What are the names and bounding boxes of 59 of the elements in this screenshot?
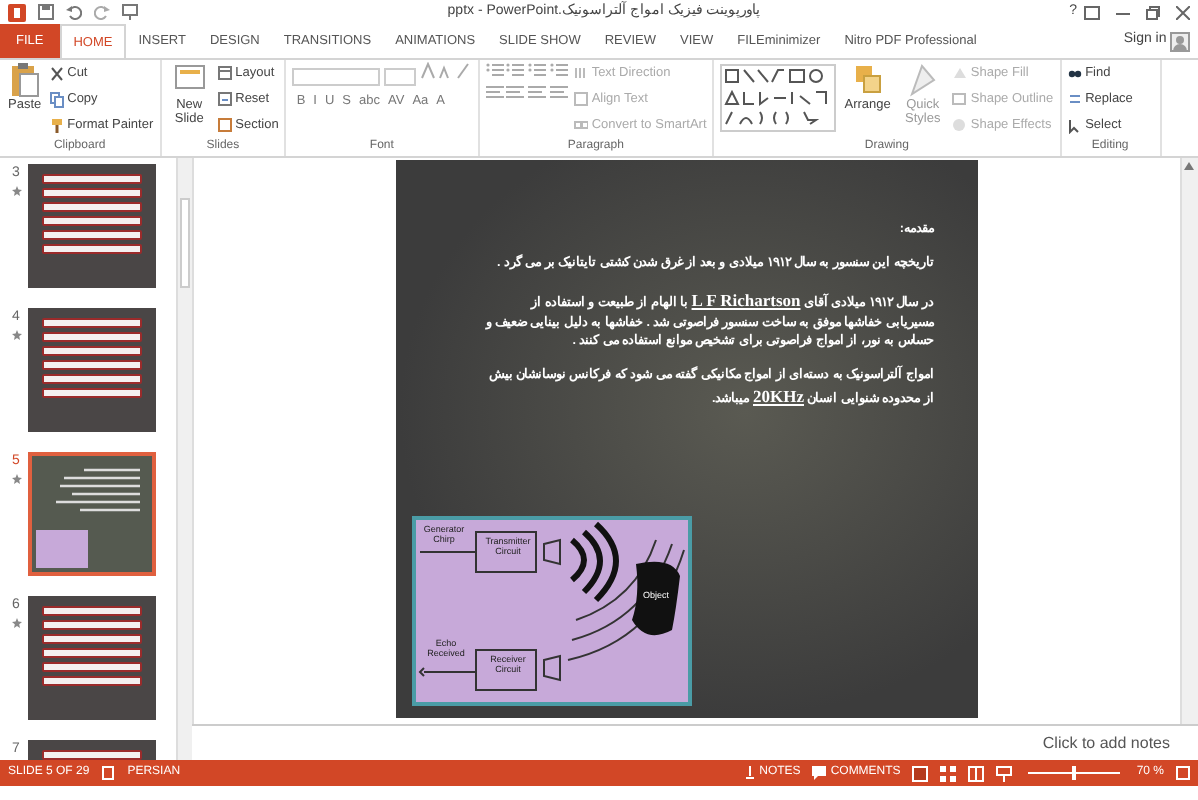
scissors-icon [49,66,64,82]
font-size-field[interactable] [384,68,417,86]
outline-icon [952,92,967,108]
fill-icon [952,66,967,82]
scrollbar-thumb[interactable] [180,198,190,288]
diagram-thumbnail [36,530,88,568]
star-icon [11,329,21,339]
reading-view-icon[interactable] [968,765,985,781]
slideshow-icon[interactable] [122,4,138,20]
slideshow-view-icon[interactable] [996,765,1013,781]
save-icon[interactable] [38,4,54,20]
section-icon [217,118,232,134]
star-icon [11,473,21,483]
normal-view-icon[interactable] [912,765,929,781]
slide-thumbnail[interactable] [28,596,156,720]
copy-icon [49,92,64,108]
slide-thumbnail[interactable] [28,308,156,432]
close-icon[interactable] [1176,5,1190,19]
grow-font-icon[interactable] [419,62,452,80]
notes-icon [743,766,756,780]
slide-thumbnail[interactable] [28,452,156,576]
redo-icon[interactable] [94,4,110,20]
restore-icon[interactable] [1146,5,1160,19]
effects-icon [952,118,967,134]
quick-styles-icon [906,62,939,98]
user-avatar-icon [1170,31,1190,51]
scroll-up-icon[interactable] [1182,160,1196,173]
layout-icon [217,66,232,82]
paintbrush-icon [49,118,64,134]
binoculars-icon [1067,66,1082,82]
notes-placeholder[interactable]: Click to add notes [1042,731,1170,755]
slide-icon [217,92,232,108]
align-lines-icon[interactable] [485,83,504,100]
slide-thumbnail[interactable] [28,164,156,288]
list-icon[interactable] [528,62,547,78]
cursor-icon [1067,118,1082,134]
list-icon[interactable] [506,62,525,78]
arrange-icon [851,62,884,98]
slide-sorter-icon[interactable] [940,765,957,781]
align-lines-icon[interactable] [549,83,568,100]
clear-format-icon[interactable] [455,62,472,80]
powerpoint-logo-icon [8,3,26,21]
align-lines-icon[interactable] [528,83,547,100]
star-icon [11,617,21,627]
zoom-slider-thumb[interactable] [1072,766,1077,780]
clipboard-icon [8,62,41,98]
shapes-gallery-drawing[interactable] [720,64,837,132]
align-lines-icon[interactable] [506,83,525,100]
smartart-icon [573,118,588,134]
ribbon-display-icon[interactable] [1084,5,1100,19]
list-icon[interactable] [549,62,568,78]
font-name-field[interactable] [292,68,381,86]
star-icon [11,185,21,195]
undo-icon[interactable] [66,4,82,20]
text-direction-icon [573,66,588,82]
fit-to-window-icon[interactable] [1176,766,1190,780]
replace-icon [1067,92,1082,108]
comment-icon [812,766,827,780]
list-icon[interactable] [485,62,504,78]
